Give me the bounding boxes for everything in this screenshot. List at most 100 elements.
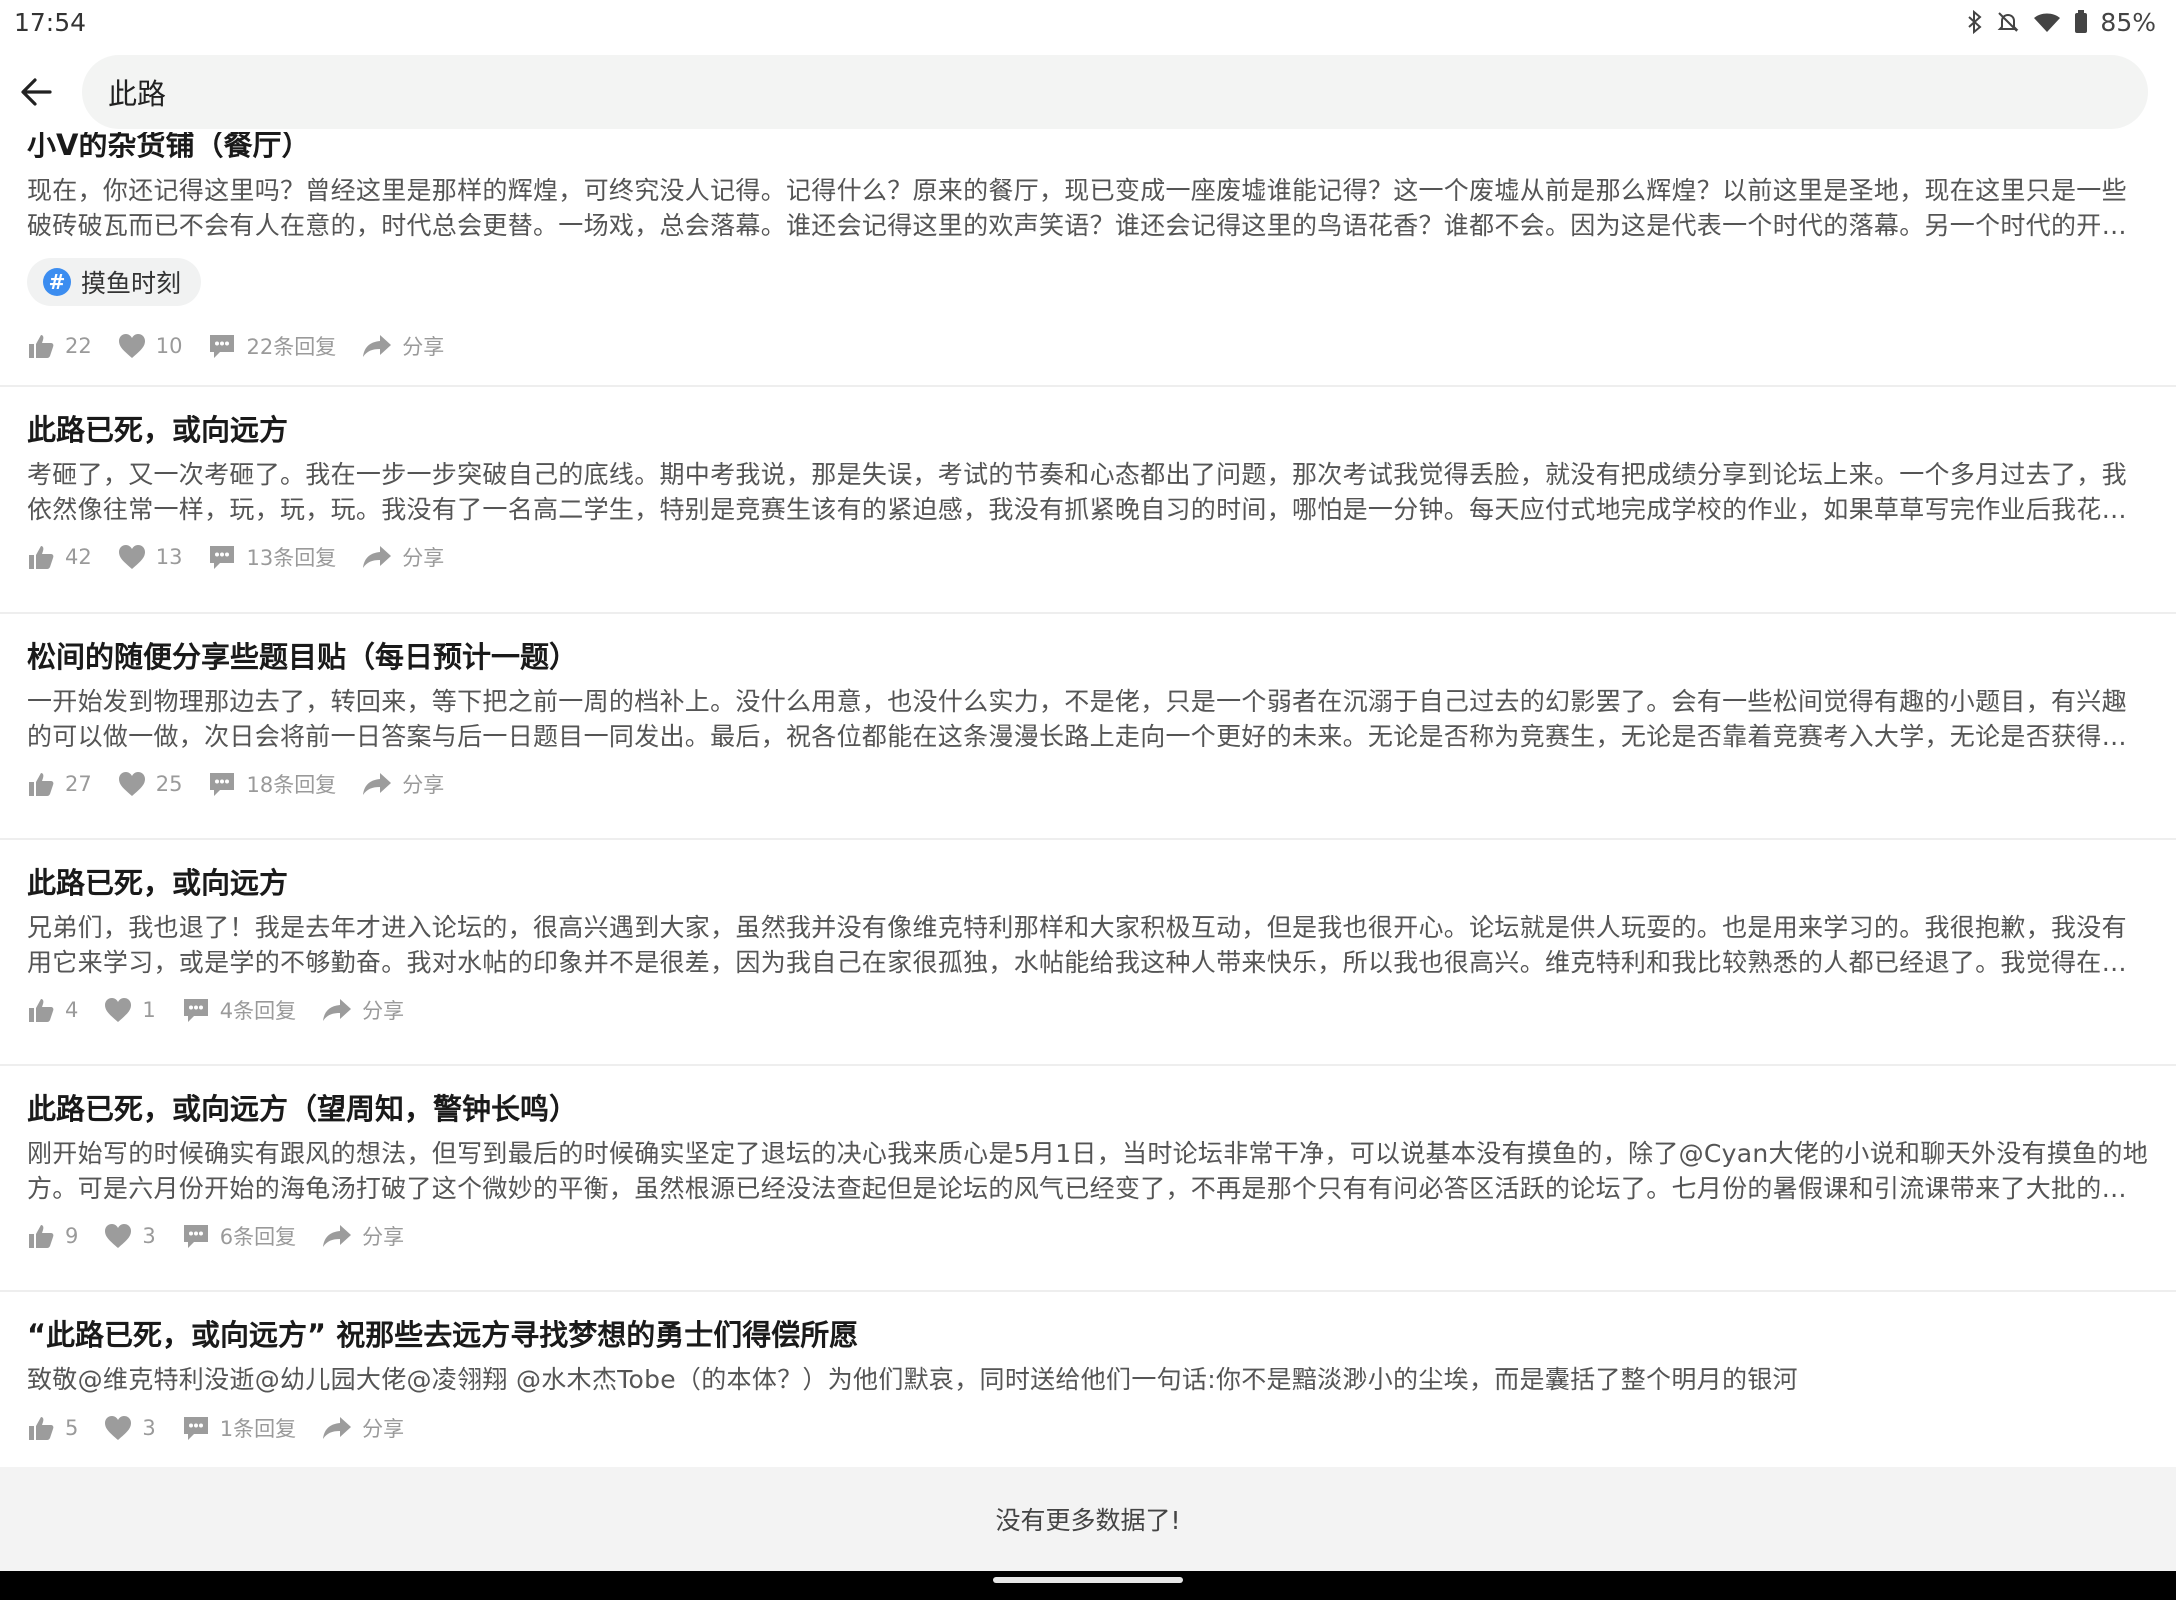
heart-count: 3 bbox=[142, 1416, 156, 1440]
reply-button[interactable]: 18条回复 bbox=[208, 769, 336, 799]
heart-count: 1 bbox=[142, 998, 156, 1022]
favorite-button[interactable]: 25 bbox=[118, 771, 183, 797]
list-item[interactable]: “此路已死，或向远方” 祝那些去远方寻找梦想的勇士们得偿所愿 致敬@维克特利没逝… bbox=[0, 1292, 2176, 1467]
gesture-handle[interactable] bbox=[993, 1577, 1183, 1583]
post-actions: 4 1 4条回复 分享 bbox=[27, 990, 430, 1030]
like-count: 4 bbox=[65, 998, 79, 1022]
reply-button[interactable]: 22条回复 bbox=[208, 331, 336, 361]
system-navigation-bar bbox=[0, 1571, 2176, 1600]
share-icon bbox=[323, 1225, 352, 1247]
search-results-list[interactable]: 小V的杂货铺（餐厅） 现在，你还记得这里吗？曾经这里是那样的辉煌，可终究没人记得… bbox=[0, 132, 2176, 1467]
search-input[interactable]: 此路 bbox=[82, 55, 2148, 129]
heart-count: 25 bbox=[155, 772, 183, 796]
bluetooth-icon bbox=[1966, 10, 1984, 34]
list-item[interactable]: 此路已死，或向远方（望周知，警钟长鸣） 刚开始写的时候确实有跟风的想法，但写到最… bbox=[0, 1066, 2176, 1292]
reply-count: 4条回复 bbox=[219, 999, 297, 1023]
like-count: 9 bbox=[65, 1224, 79, 1248]
search-bar-row: 此路 bbox=[0, 52, 2176, 132]
heart-icon bbox=[105, 1416, 132, 1440]
heart-count: 3 bbox=[142, 1224, 156, 1248]
bell-off-icon bbox=[1996, 10, 2020, 34]
favorite-button[interactable]: 1 bbox=[104, 997, 156, 1023]
list-item[interactable]: 松间的随便分享些题目贴（每日预计一题） 一开始发到物理那边去了，转回来，等下把之… bbox=[0, 614, 2176, 840]
no-more-data-text: 没有更多数据了! bbox=[995, 1506, 1181, 1535]
like-button[interactable]: 42 bbox=[27, 543, 92, 571]
share-icon bbox=[363, 546, 392, 568]
share-button[interactable]: 分享 bbox=[322, 1413, 404, 1443]
post-title: 此路已死，或向远方（望周知，警钟长鸣） bbox=[27, 1092, 579, 1126]
favorite-button[interactable]: 3 bbox=[104, 1223, 156, 1249]
list-item[interactable]: 此路已死，或向远方 兄弟们，我也退了！我是去年才进入论坛的，很高兴遇到大家，虽然… bbox=[0, 840, 2176, 1066]
favorite-button[interactable]: 3 bbox=[104, 1415, 156, 1441]
post-title: “此路已死，或向远方” 祝那些去远方寻找梦想的勇士们得偿所愿 bbox=[27, 1318, 859, 1352]
share-icon bbox=[323, 1417, 352, 1439]
topic-tag-label: 摸鱼时刻 bbox=[81, 269, 182, 298]
comment-icon bbox=[210, 546, 235, 569]
post-actions: 9 3 6条回复 分享 bbox=[27, 1216, 430, 1256]
like-count: 22 bbox=[65, 334, 92, 358]
list-item[interactable]: 此路已死，或向远方 考砸了，又一次考砸了。我在一步一步突破自己的底线。期中考我说… bbox=[0, 387, 2176, 614]
thumbs-up-icon bbox=[29, 546, 54, 569]
status-bar: 17:54 85% bbox=[0, 0, 2176, 44]
comment-icon bbox=[183, 1225, 208, 1248]
share-icon bbox=[363, 335, 392, 357]
reply-count: 22条回复 bbox=[246, 335, 337, 359]
post-excerpt: 一开始发到物理那边去了，转回来，等下把之前一周的档补上。没什么用意，也没什么实力… bbox=[27, 687, 2127, 751]
share-button[interactable]: 分享 bbox=[322, 1221, 404, 1251]
post-actions: 27 25 18条回复 分享 bbox=[27, 764, 470, 804]
post-excerpt: 现在，你还记得这里吗？曾经这里是那样的辉煌，可终究没人记得。记得什么？原来的餐厅… bbox=[27, 176, 2127, 240]
status-time: 17:54 bbox=[14, 7, 87, 37]
favorite-button[interactable]: 13 bbox=[118, 544, 183, 570]
share-label: 分享 bbox=[362, 999, 405, 1023]
share-button[interactable]: 分享 bbox=[362, 542, 444, 572]
reply-button[interactable]: 4条回复 bbox=[182, 995, 296, 1025]
hashtag-icon: # bbox=[43, 268, 71, 296]
heart-icon bbox=[118, 772, 145, 796]
comment-icon bbox=[210, 335, 235, 358]
share-icon bbox=[323, 999, 352, 1021]
arrow-left-icon bbox=[21, 78, 52, 106]
heart-icon bbox=[118, 545, 145, 569]
like-button[interactable]: 27 bbox=[27, 770, 92, 798]
status-icons: 85% bbox=[1966, 8, 2156, 37]
share-button[interactable]: 分享 bbox=[322, 995, 404, 1025]
reply-count: 6条回复 bbox=[219, 1225, 297, 1249]
comment-icon bbox=[183, 1417, 208, 1440]
topic-tag[interactable]: # 摸鱼时刻 bbox=[27, 258, 202, 306]
heart-icon bbox=[118, 334, 145, 358]
share-label: 分享 bbox=[402, 546, 445, 570]
reply-count: 13条回复 bbox=[246, 546, 337, 570]
like-button[interactable]: 5 bbox=[27, 1414, 78, 1442]
share-label: 分享 bbox=[362, 1225, 405, 1249]
share-button[interactable]: 分享 bbox=[362, 769, 444, 799]
share-button[interactable]: 分享 bbox=[362, 331, 444, 361]
post-title: 小V的杂货铺（餐厅） bbox=[27, 132, 311, 162]
back-button[interactable] bbox=[14, 70, 58, 114]
like-button[interactable]: 4 bbox=[27, 996, 78, 1024]
favorite-button[interactable]: 10 bbox=[118, 333, 182, 359]
reply-button[interactable]: 1条回复 bbox=[182, 1413, 296, 1443]
post-title: 此路已死，或向远方 bbox=[27, 413, 289, 447]
heart-icon bbox=[105, 998, 132, 1022]
post-title: 松间的随便分享些题目贴（每日预计一题） bbox=[27, 640, 579, 674]
share-label: 分享 bbox=[402, 773, 445, 797]
reply-button[interactable]: 6条回复 bbox=[182, 1221, 296, 1251]
battery-percent: 85% bbox=[2100, 7, 2156, 37]
reply-button[interactable]: 13条回复 bbox=[208, 542, 336, 572]
reply-count: 18条回复 bbox=[246, 773, 337, 797]
thumbs-up-icon bbox=[29, 999, 54, 1022]
like-button[interactable]: 22 bbox=[27, 332, 92, 360]
share-label: 分享 bbox=[402, 335, 445, 359]
heart-icon bbox=[105, 1224, 132, 1248]
share-label: 分享 bbox=[362, 1417, 405, 1441]
list-item[interactable]: 小V的杂货铺（餐厅） 现在，你还记得这里吗？曾经这里是那样的辉煌，可终究没人记得… bbox=[0, 132, 2176, 387]
share-icon bbox=[363, 773, 392, 795]
like-count: 27 bbox=[65, 772, 92, 796]
like-count: 5 bbox=[65, 1416, 79, 1440]
like-count: 42 bbox=[65, 545, 92, 569]
like-button[interactable]: 9 bbox=[27, 1222, 78, 1250]
thumbs-up-icon bbox=[29, 1417, 54, 1440]
post-title: 此路已死，或向远方 bbox=[27, 866, 289, 900]
no-more-data-footer: 没有更多数据了! bbox=[0, 1467, 2176, 1571]
heart-count: 13 bbox=[155, 545, 183, 569]
